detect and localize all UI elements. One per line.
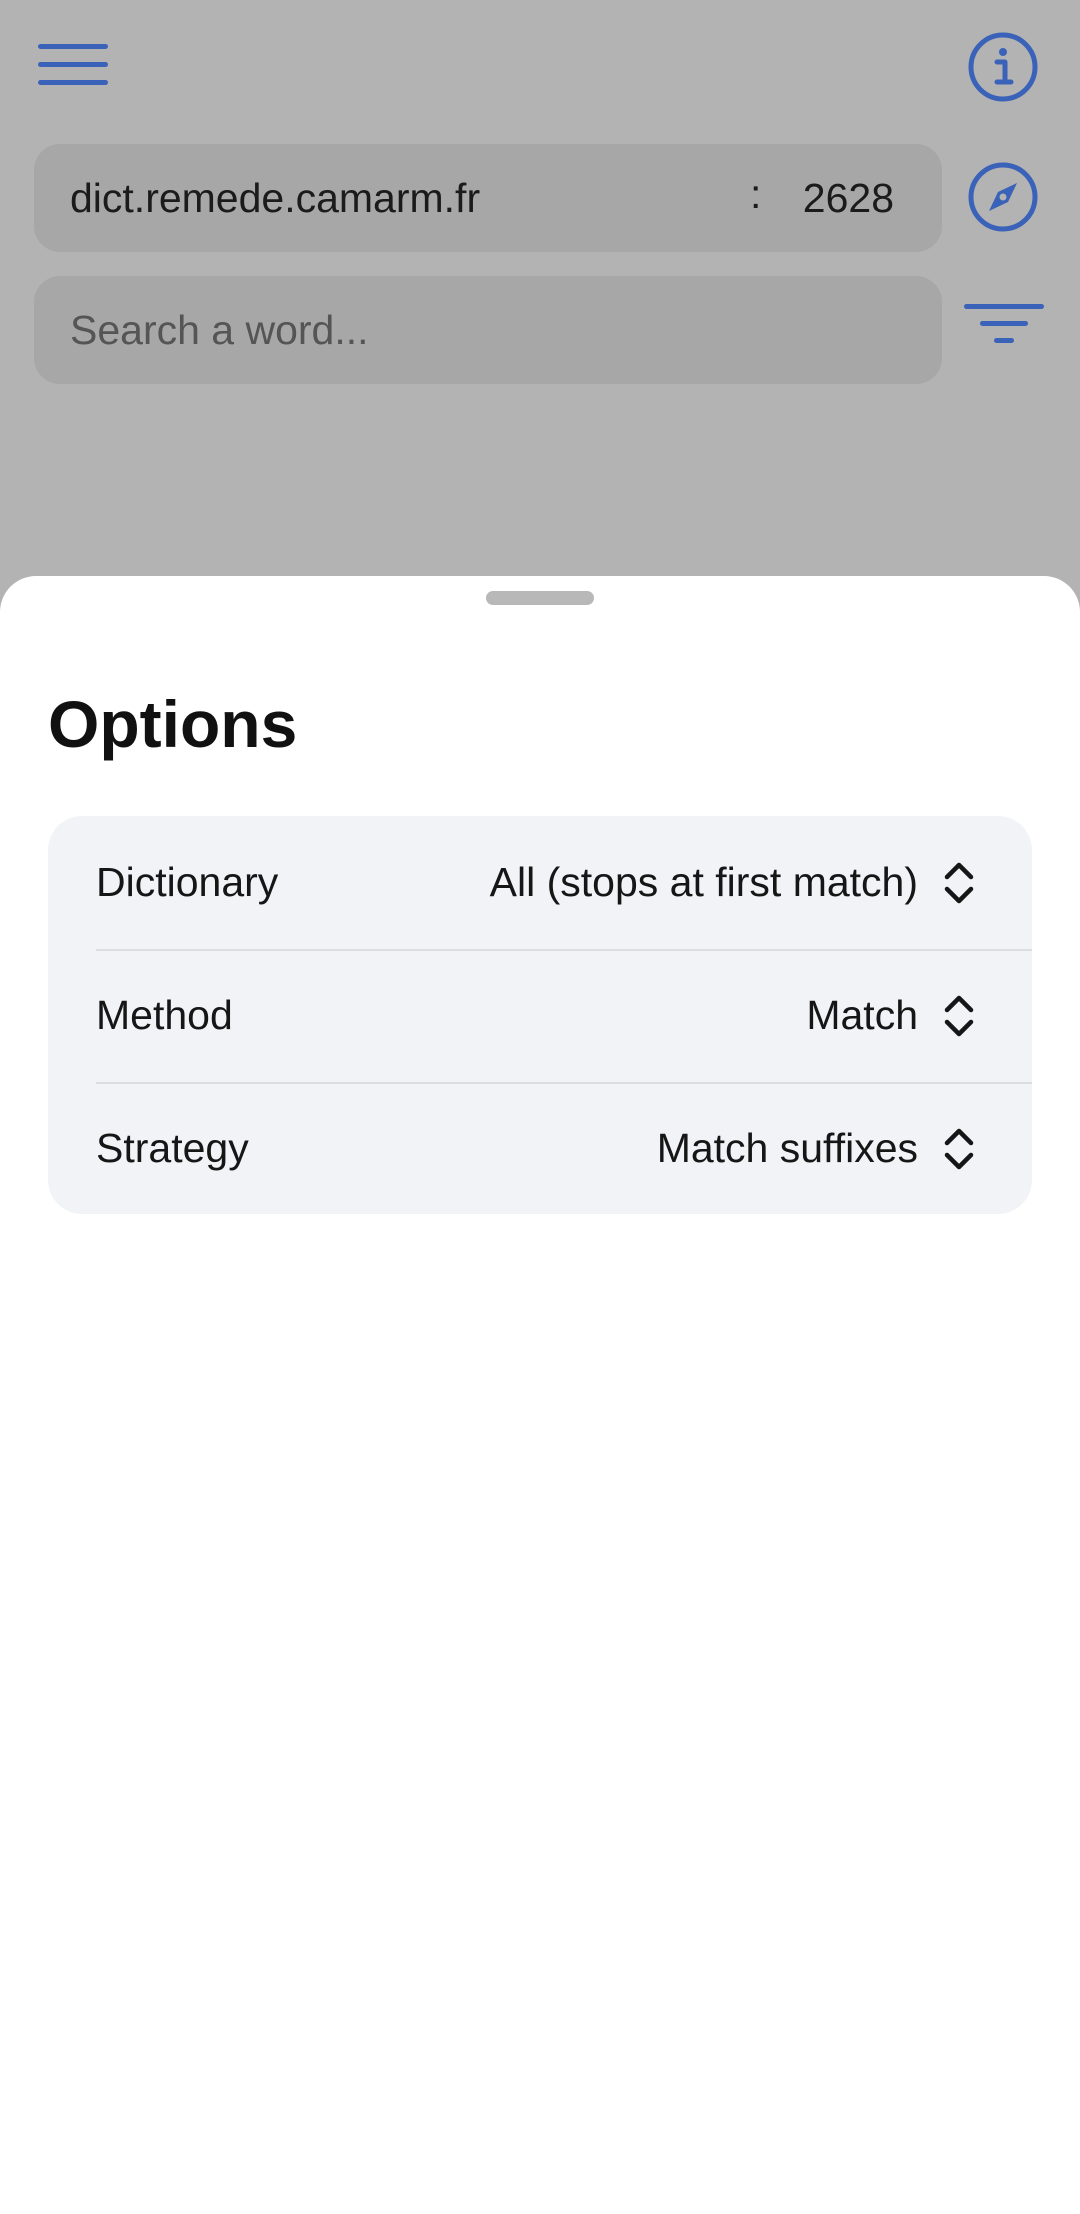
sheet-title: Options — [48, 687, 298, 761]
menu-button[interactable] — [36, 40, 110, 90]
filter-button[interactable] — [962, 294, 1046, 354]
method-option-row[interactable]: Method Match — [48, 949, 1032, 1081]
strategy-option-row[interactable]: Strategy Match suffixes — [48, 1082, 1032, 1214]
option-label: Method — [96, 992, 233, 1038]
server-port: 2628 — [802, 175, 894, 221]
options-card: Dictionary All (stops at first match) Me… — [48, 816, 1032, 1214]
dictionary-option-row[interactable]: Dictionary All (stops at first match) — [48, 816, 1032, 948]
chevron-up-down-icon — [944, 862, 974, 904]
hamburger-menu-icon — [38, 44, 108, 85]
option-value: Match — [806, 992, 918, 1038]
server-address-field[interactable]: dict.remede.camarm.fr : 2628 — [34, 144, 942, 252]
option-label: Dictionary — [96, 859, 279, 905]
server-port-separator: : — [750, 171, 762, 217]
chevron-up-down-icon — [944, 995, 974, 1037]
search-field[interactable] — [34, 276, 942, 384]
sheet-drag-handle[interactable] — [486, 591, 594, 605]
compass-icon — [968, 162, 1038, 232]
option-label: Strategy — [96, 1125, 249, 1171]
chevron-up-down-icon — [944, 1128, 974, 1170]
search-input[interactable] — [34, 276, 942, 384]
filter-lines-icon — [964, 304, 1044, 343]
options-bottom-sheet: Options Dictionary All (stops at first m… — [0, 576, 1080, 2214]
info-circle-icon — [968, 32, 1038, 102]
option-value: All (stops at first match) — [489, 859, 918, 905]
info-button[interactable] — [966, 30, 1040, 104]
compass-button[interactable] — [966, 160, 1040, 234]
server-host: dict.remede.camarm.fr — [70, 175, 481, 221]
option-value: Match suffixes — [656, 1125, 918, 1171]
